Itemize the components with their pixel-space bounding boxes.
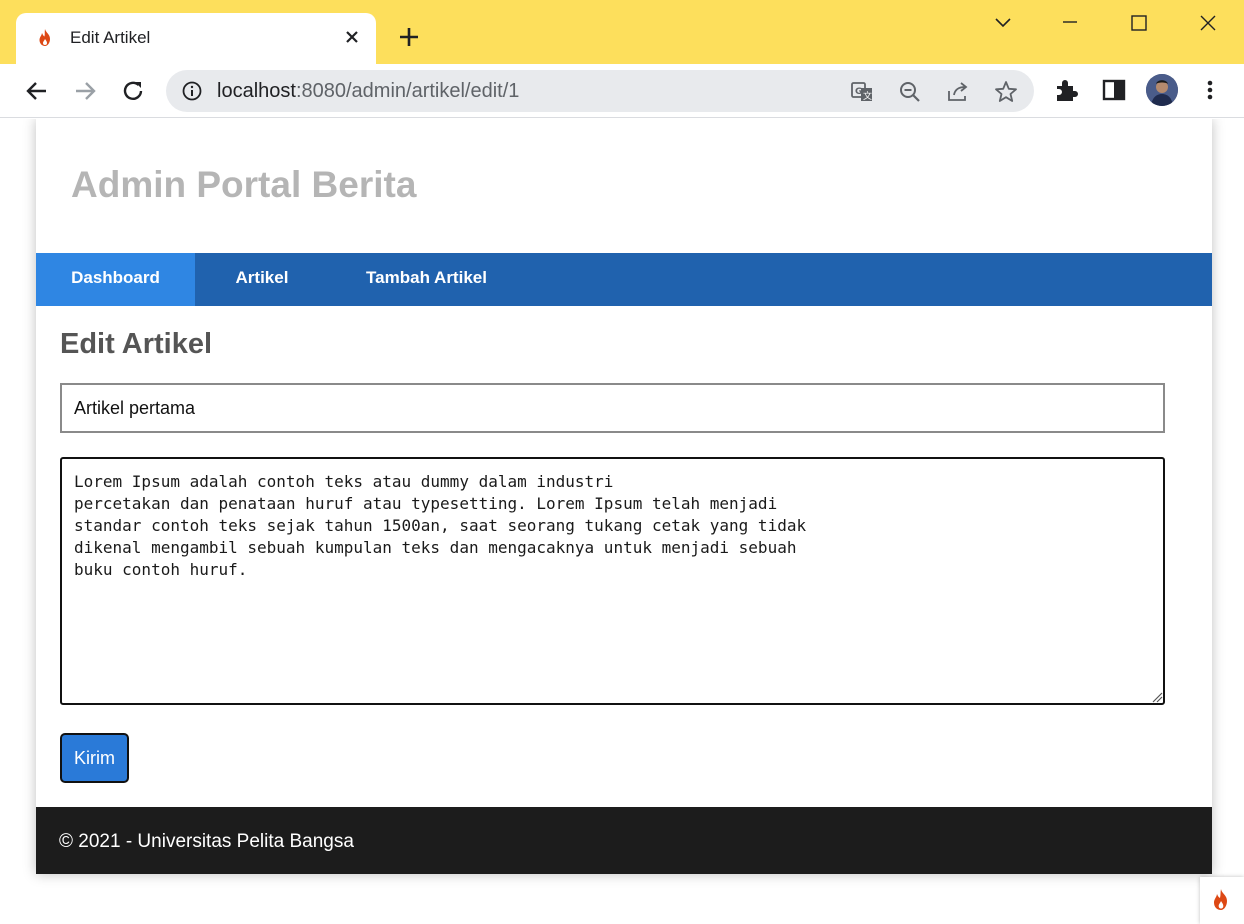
browser-window: Edit Artikel localhost:8080/admin/artike… [0, 0, 1244, 924]
star-icon[interactable] [993, 79, 1019, 105]
page-viewport: Admin Portal Berita Dashboard Artikel Ta… [0, 119, 1244, 924]
title-input[interactable] [60, 383, 1165, 433]
nav-dashboard[interactable]: Dashboard [36, 253, 195, 306]
minimize-icon[interactable] [1055, 10, 1085, 36]
maximize-icon[interactable] [1124, 10, 1154, 36]
site-title: Admin Portal Berita [71, 164, 417, 205]
chevron-down-icon[interactable] [988, 10, 1018, 36]
resize-grip-icon[interactable] [1151, 691, 1163, 703]
info-icon[interactable] [182, 81, 202, 101]
url-text[interactable]: localhost:8080/admin/artikel/edit/1 [217, 80, 519, 103]
share-icon[interactable] [945, 79, 971, 105]
extensions-icon[interactable] [1052, 76, 1080, 104]
submit-button[interactable]: Kirim [60, 733, 129, 783]
forward-icon[interactable] [70, 76, 100, 106]
nav-tambah-artikel[interactable]: Tambah Artikel [329, 253, 524, 306]
body-textarea[interactable]: Lorem Ipsum adalah contoh teks atau dumm… [60, 457, 1165, 705]
kebab-menu-icon[interactable] [1196, 76, 1224, 104]
nav-artikel[interactable]: Artikel [195, 253, 329, 306]
browser-tab[interactable]: Edit Artikel [16, 13, 376, 64]
translate-icon[interactable]: G 文 [849, 79, 875, 105]
plus-icon[interactable] [396, 24, 422, 50]
back-icon[interactable] [22, 76, 52, 106]
url-host: localhost [217, 80, 296, 102]
svg-text:G: G [855, 87, 862, 97]
debug-toolbar-toggle[interactable] [1200, 877, 1244, 924]
reload-icon[interactable] [118, 76, 148, 106]
url-path: :8080/admin/artikel/edit/1 [295, 80, 520, 102]
footer-text: © 2021 - Universitas Pelita Bangsa [59, 831, 354, 852]
address-bar[interactable]: localhost:8080/admin/artikel/edit/1 G 文 [166, 70, 1034, 112]
site-header: Admin Portal Berita [36, 119, 1212, 253]
page-title: Edit Artikel [60, 328, 213, 360]
page-container: Admin Portal Berita Dashboard Artikel Ta… [36, 119, 1212, 874]
browser-toolbar: localhost:8080/admin/artikel/edit/1 G 文 [0, 64, 1244, 118]
favicon-flame-icon [39, 29, 50, 46]
title-bar: Edit Artikel [0, 0, 1244, 64]
flame-icon [1214, 889, 1227, 910]
side-panel-icon[interactable] [1100, 76, 1128, 104]
main-nav: Dashboard Artikel Tambah Artikel [36, 253, 1212, 306]
avatar[interactable] [1146, 74, 1178, 106]
zoom-out-icon[interactable] [897, 79, 923, 105]
svg-text:文: 文 [863, 90, 872, 102]
site-footer: © 2021 - Universitas Pelita Bangsa [36, 807, 1212, 874]
tab-title: Edit Artikel [70, 28, 151, 47]
window-close-icon[interactable] [1193, 10, 1223, 36]
close-icon[interactable] [341, 26, 363, 48]
